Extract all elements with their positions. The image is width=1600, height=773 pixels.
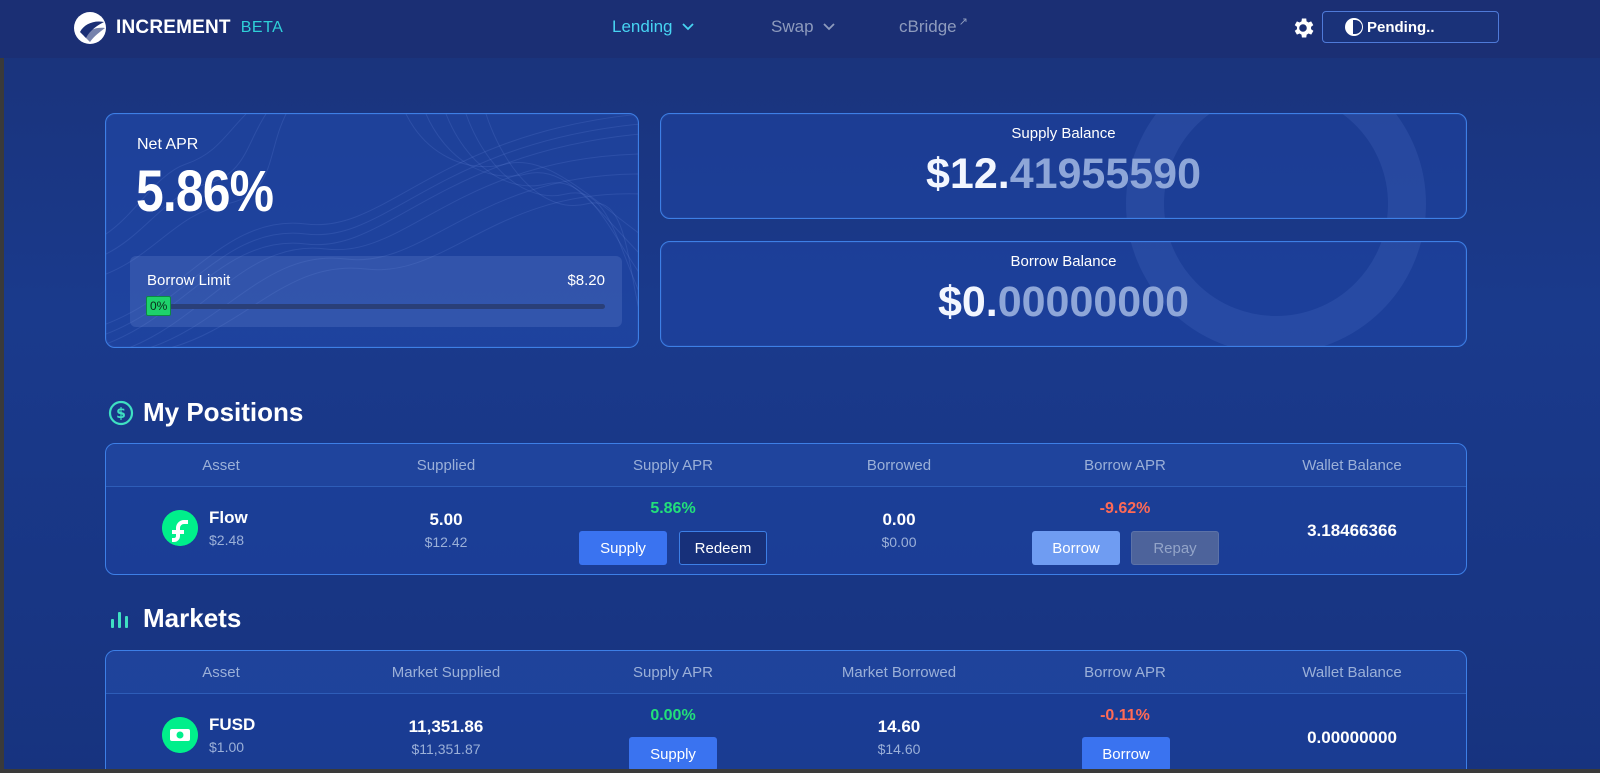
supply-balance-label: Supply Balance <box>1011 125 1116 142</box>
column-header: Asset <box>202 664 240 681</box>
column-header: Borrowed <box>866 457 932 474</box>
window-frame-left <box>0 0 4 773</box>
market-supplied-amount: 11,351.86 <box>408 717 484 736</box>
borrow-balance-integer: $0. <box>937 278 998 326</box>
borrow-button[interactable]: Borrow <box>1082 737 1170 771</box>
nav-cbridge[interactable]: cBridge ↗ <box>899 15 968 37</box>
brand-name: INCREMENT <box>116 17 231 38</box>
net-apr-label: Net APR <box>137 136 199 153</box>
nav-cbridge-label: cBridge <box>899 17 957 36</box>
wallet-connect-button[interactable]: Pending.. <box>1322 11 1499 43</box>
markets-heading: Markets <box>108 603 241 634</box>
supply-apr-value: 5.86% <box>650 500 696 517</box>
asset-cell: FUSD $1.00 <box>162 715 255 755</box>
wallet-balance-cell: 3.18466366 <box>1242 521 1462 541</box>
my-positions-heading: $ My Positions <box>108 397 303 428</box>
market-borrowed-usd: $14.60 <box>877 741 921 757</box>
asset-name: Flow <box>209 508 248 527</box>
dollar-circle-icon: $ <box>108 400 134 425</box>
borrow-balance-value: $0.00000000 <box>661 278 1466 327</box>
net-apr-value: 5.86% <box>136 159 274 224</box>
borrow-limit-value: $8.20 <box>567 272 605 289</box>
market-supplied-usd: $11,351.87 <box>411 741 481 757</box>
supply-apr-cell: 5.86% <box>563 500 783 518</box>
supply-apr-cell: 0.00% <box>563 707 783 725</box>
column-header: Borrow APR <box>1084 457 1166 474</box>
fusd-token-icon <box>162 717 198 753</box>
borrowed-amount: 0.00 <box>882 510 916 529</box>
table-header: Asset Market Supplied Supply APR Market … <box>106 651 1466 694</box>
column-header: Wallet Balance <box>1302 457 1402 474</box>
column-header: Market Borrowed <box>841 664 957 681</box>
markets-title: Markets <box>143 603 242 633</box>
flow-token-icon <box>162 510 198 546</box>
wallet-balance-cell: 0.00000000 <box>1242 728 1462 748</box>
column-header: Supply APR <box>632 664 714 681</box>
top-navbar: INCREMENT BETA Lending Swap cBridge ↗ Pe… <box>0 0 1600 58</box>
supplied-usd: $12.42 <box>424 534 468 550</box>
window-frame-bottom <box>0 769 1600 773</box>
redeem-button[interactable]: Redeem <box>679 531 767 565</box>
column-header: Supplied <box>416 457 476 474</box>
supply-balance-value: $12.41955590 <box>661 150 1466 199</box>
column-header: Asset <box>202 457 240 474</box>
supply-balance-card: Supply Balance $12.41955590 <box>660 113 1467 219</box>
market-borrowed-amount: 14.60 <box>877 717 921 736</box>
increment-logo-icon <box>74 12 106 44</box>
column-header: Supply APR <box>632 457 714 474</box>
bar-chart-icon <box>111 611 128 628</box>
supply-button[interactable]: Supply <box>629 737 717 771</box>
supply-balance-decimals: 41955590 <box>1009 150 1202 198</box>
external-link-icon: ↗ <box>958 15 968 28</box>
positions-table: Asset Supplied Supply APR Borrowed Borro… <box>105 443 1467 575</box>
wallet-icon <box>1345 18 1363 36</box>
borrow-limit-percent-badge: 0% <box>146 296 172 316</box>
supplied-amount: 5.00 <box>429 510 463 529</box>
supplied-cell: 5.00 $12.42 <box>336 510 556 550</box>
borrowed-usd: $0.00 <box>881 534 917 550</box>
column-header: Wallet Balance <box>1302 664 1402 681</box>
borrow-apr-cell: -0.11% <box>1015 707 1235 725</box>
chevron-down-icon <box>681 23 694 31</box>
beta-badge: BETA <box>240 19 284 36</box>
borrow-button[interactable]: Borrow <box>1032 531 1120 565</box>
supply-apr-value: 0.00% <box>650 707 696 724</box>
borrow-limit-label: Borrow Limit <box>147 272 231 289</box>
column-header: Market Supplied <box>391 664 501 681</box>
wallet-balance-value: 3.18466366 <box>1307 521 1397 540</box>
asset-cell: Flow $2.48 <box>162 508 248 548</box>
wallet-status: Pending.. <box>1367 18 1435 36</box>
borrow-limit-progress-bar <box>147 304 605 309</box>
my-positions-title: My Positions <box>143 397 304 427</box>
wallet-balance-value: 0.00000000 <box>1307 728 1397 747</box>
borrow-apr-cell: -9.62% <box>1015 500 1235 518</box>
markets-table: Asset Market Supplied Supply APR Market … <box>105 650 1467 773</box>
asset-name: FUSD <box>209 715 256 734</box>
chevron-down-icon <box>822 23 835 31</box>
borrow-balance-decimals: 00000000 <box>997 278 1190 326</box>
nav-swap[interactable]: Swap <box>771 17 835 37</box>
borrow-apr-value: -0.11% <box>1100 707 1150 724</box>
table-header: Asset Supplied Supply APR Borrowed Borro… <box>106 444 1466 487</box>
asset-price: $1.00 <box>209 739 245 755</box>
supply-button[interactable]: Supply <box>579 531 667 565</box>
borrow-balance-label: Borrow Balance <box>1010 253 1117 270</box>
borrow-apr-value: -9.62% <box>1099 500 1151 517</box>
supply-balance-integer: $12. <box>925 150 1010 198</box>
nav-lending[interactable]: Lending <box>612 17 694 37</box>
nav-swap-label: Swap <box>771 17 814 36</box>
borrowed-cell: 0.00 $0.00 <box>789 510 1009 550</box>
market-supplied-cell: 11,351.86 $11,351.87 <box>336 717 556 757</box>
borrow-limit-box: Borrow Limit $8.20 0% <box>130 256 622 327</box>
net-apr-card: Net APR 5.86% Borrow Limit $8.20 0% <box>105 113 639 348</box>
borrow-balance-card: Borrow Balance $0.00000000 <box>660 241 1467 347</box>
nav-lending-label: Lending <box>612 17 673 36</box>
column-header: Borrow APR <box>1084 664 1166 681</box>
gear-icon[interactable] <box>1290 15 1316 41</box>
market-borrowed-cell: 14.60 $14.60 <box>789 717 1009 757</box>
svg-text:$: $ <box>116 406 126 422</box>
brand-logo[interactable]: INCREMENT BETA <box>72 10 283 46</box>
asset-price: $2.48 <box>209 532 245 548</box>
repay-button[interactable]: Repay <box>1131 531 1219 565</box>
